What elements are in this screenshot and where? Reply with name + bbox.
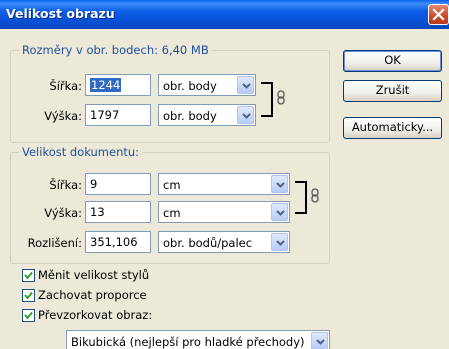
doc-width-value: 9 bbox=[90, 177, 98, 191]
resample-label: Převzorkovat obraz: bbox=[38, 308, 153, 322]
checkmark-icon bbox=[24, 311, 33, 320]
scale-styles-label: Měnit velikost stylů bbox=[38, 268, 150, 282]
pixel-width-input[interactable]: 1244 bbox=[85, 74, 151, 96]
close-icon bbox=[432, 8, 445, 21]
chevron-down-icon bbox=[276, 210, 285, 216]
title-bar[interactable]: Velikost obrazu bbox=[0, 0, 449, 29]
window-title: Velikost obrazu bbox=[6, 6, 115, 21]
doc-width-unit: cm bbox=[163, 178, 181, 192]
pixel-width-unit: obr. body bbox=[163, 79, 217, 93]
scale-styles-checkbox[interactable] bbox=[22, 269, 35, 282]
document-size-legend: Velikost dokumentu: bbox=[22, 145, 140, 159]
doc-width-input[interactable]: 9 bbox=[85, 173, 151, 195]
chevron-down-icon bbox=[316, 339, 325, 345]
resample-method-select[interactable]: Bikubická (nejlepší pro hladké přechody) bbox=[66, 330, 330, 349]
resample-checkbox[interactable] bbox=[22, 309, 35, 322]
chevron-down-icon bbox=[276, 240, 285, 246]
doc-height-value: 13 bbox=[90, 205, 105, 219]
chain-link-icon bbox=[277, 90, 285, 105]
checkmark-icon bbox=[24, 271, 33, 280]
auto-button[interactable]: Automaticky... bbox=[343, 117, 442, 139]
resample-method-value: Bikubická (nejlepší pro hladké přechody) bbox=[71, 335, 305, 349]
doc-width-unit-select[interactable]: cm bbox=[158, 173, 290, 195]
pixel-link-bracket bbox=[261, 82, 273, 117]
doc-height-label: Výška: bbox=[44, 206, 82, 220]
pixel-width-unit-select[interactable]: obr. body bbox=[158, 74, 256, 96]
dropdown-arrow[interactable] bbox=[237, 106, 254, 124]
pixel-height-unit-select[interactable]: obr. body bbox=[158, 104, 256, 126]
dropdown-arrow[interactable] bbox=[237, 76, 254, 94]
dropdown-arrow[interactable] bbox=[311, 332, 328, 349]
cancel-button[interactable]: Zrušit bbox=[343, 80, 442, 102]
ok-button[interactable]: OK bbox=[343, 50, 442, 72]
pixel-height-label: Výška: bbox=[44, 109, 82, 123]
chevron-down-icon bbox=[276, 182, 285, 188]
doc-height-input[interactable]: 13 bbox=[85, 201, 151, 223]
pixel-width-label: Šířka: bbox=[49, 79, 82, 93]
constrain-checkbox[interactable] bbox=[22, 289, 35, 302]
close-button[interactable] bbox=[428, 4, 449, 25]
dropdown-arrow[interactable] bbox=[271, 233, 288, 251]
doc-height-unit: cm bbox=[163, 206, 181, 220]
resolution-input[interactable]: 351,106 bbox=[85, 231, 151, 253]
doc-height-unit-select[interactable]: cm bbox=[158, 201, 290, 223]
chain-link-icon bbox=[311, 188, 319, 203]
resolution-label: Rozlišení: bbox=[27, 236, 82, 250]
pixel-dimensions-legend: Rozměry v obr. bodech: 6,40 MB bbox=[22, 43, 209, 57]
image-size-dialog: Velikost obrazu Rozměry v obr. bodech: 6… bbox=[0, 0, 449, 349]
checkmark-icon bbox=[24, 291, 33, 300]
pixel-height-unit: obr. body bbox=[163, 109, 217, 123]
dropdown-arrow[interactable] bbox=[271, 203, 288, 221]
doc-link-bracket bbox=[295, 181, 307, 214]
doc-width-label: Šířka: bbox=[49, 178, 82, 192]
pixel-width-value: 1244 bbox=[90, 78, 122, 92]
chevron-down-icon bbox=[242, 113, 251, 119]
pixel-height-input[interactable]: 1797 bbox=[85, 104, 151, 126]
resolution-unit: obr. bodů/palec bbox=[163, 236, 253, 250]
constrain-label: Zachovat proporce bbox=[38, 288, 147, 302]
pixel-height-value: 1797 bbox=[90, 108, 120, 122]
dropdown-arrow[interactable] bbox=[271, 175, 288, 193]
resolution-unit-select[interactable]: obr. bodů/palec bbox=[158, 231, 290, 253]
chevron-down-icon bbox=[242, 83, 251, 89]
resolution-value: 351,106 bbox=[90, 235, 138, 249]
